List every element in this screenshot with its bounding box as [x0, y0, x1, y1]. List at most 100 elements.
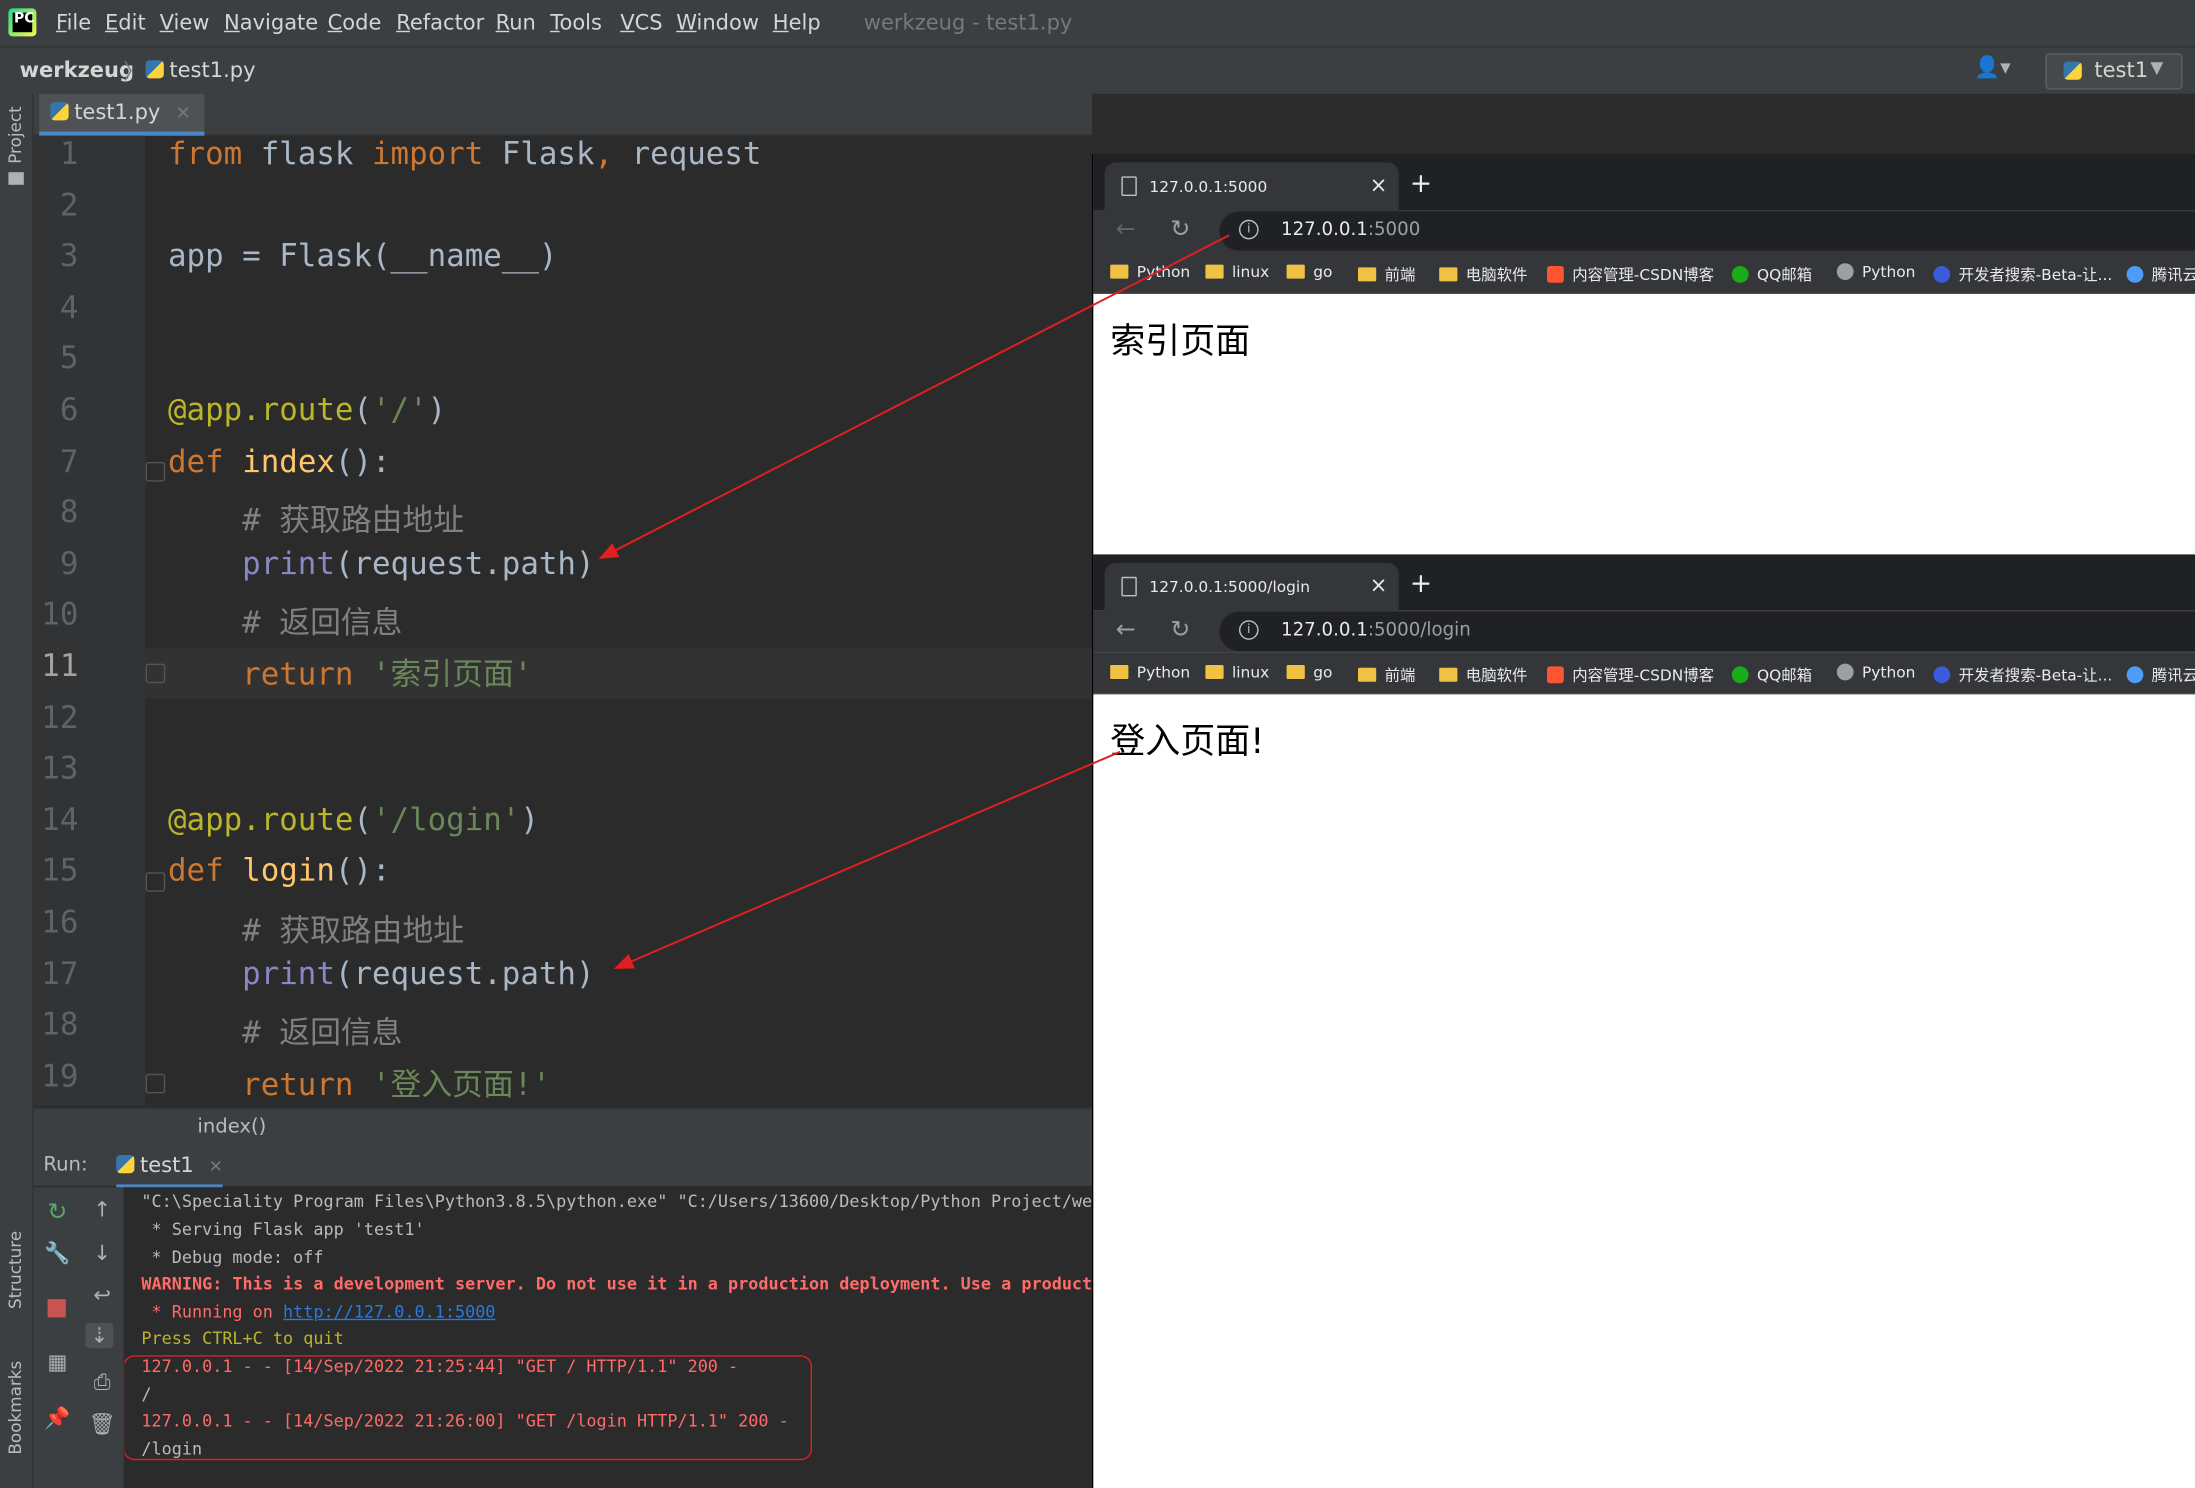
browser-tab[interactable]: 127.0.0.1:5000 × [1104, 162, 1399, 210]
bookmark-item[interactable]: go [1286, 263, 1332, 281]
fold-marker-icon[interactable] [145, 462, 166, 482]
close-tab-icon[interactable]: × [1370, 172, 1388, 197]
wrench-icon[interactable]: 🔧 [43, 1240, 71, 1265]
bookmarks-bar: Python linux go 前端 电脑软件 内容管理-CSDN博客 QQ邮箱 Python… [1093, 252, 2195, 294]
run-console[interactable]: "C:\Speciality Program Files\Python3.8.5… [124, 1187, 1093, 1488]
menu-window[interactable]: Window [676, 10, 759, 35]
menu-tools[interactable]: Tools [550, 10, 602, 35]
bookmark-item[interactable]: Python [1110, 664, 1190, 682]
folder-icon [1286, 264, 1305, 279]
new-tab-icon[interactable]: + [1410, 168, 1432, 199]
back-icon[interactable]: ← [1116, 216, 1136, 244]
chevron-down-icon: ▼ [2150, 57, 2164, 77]
fold-marker-icon[interactable] [145, 1073, 166, 1094]
menu-file[interactable]: File [56, 10, 91, 35]
bookmark-item[interactable]: 前端 [1358, 263, 1415, 285]
stop-icon[interactable] [47, 1299, 66, 1318]
back-icon[interactable]: ← [1116, 616, 1136, 644]
project-tool-button[interactable]: Project [6, 106, 26, 163]
run-tab-test1[interactable]: test1 ✕ [116, 1152, 223, 1189]
bookmark-item[interactable]: 内容管理-CSDN博客 [1547, 664, 1714, 686]
bookmark-item[interactable]: 开发者搜索-Beta-让... [1933, 263, 2112, 285]
line-number: 3 [59, 239, 79, 275]
code-line: def login(): [168, 854, 391, 890]
structure-tool-button[interactable]: Structure [6, 1231, 26, 1309]
left-tool-stripe: Project Structure Bookmarks [0, 93, 34, 1488]
bookmark-item[interactable]: Python [1836, 663, 1915, 682]
info-icon[interactable]: i [1239, 620, 1259, 640]
soft-wrap-icon[interactable]: ↩ [88, 1282, 116, 1307]
line-number: 10 [41, 598, 79, 634]
bookmark-item[interactable]: Python [1836, 263, 1915, 281]
menu-view[interactable]: View [160, 10, 210, 35]
close-tab-icon[interactable]: ✕ [209, 1156, 223, 1176]
code-line: def index(): [168, 444, 391, 480]
new-tab-icon[interactable]: + [1410, 568, 1432, 599]
bookmark-item[interactable]: 前端 [1358, 664, 1415, 686]
print-icon[interactable]: ⎙ [88, 1369, 116, 1394]
trash-icon[interactable]: 🗑 [88, 1411, 116, 1436]
bookmark-item[interactable]: 电脑软件 [1439, 263, 1527, 285]
bookmark-item[interactable]: linux [1205, 263, 1269, 281]
line-number: 4 [59, 290, 79, 326]
arrow-up-icon[interactable]: ↑ [88, 1197, 116, 1222]
code-line: # 获取路由地址 [242, 504, 465, 540]
breadcrumb-file[interactable]: test1.py [145, 57, 256, 83]
breadcrumb-separator-icon: 〉 [123, 58, 145, 84]
bookmark-item[interactable]: 腾讯云 [2126, 263, 2195, 285]
close-tab-icon[interactable]: ✕ [175, 104, 190, 125]
menu-refactor[interactable]: Refactor [396, 10, 484, 35]
run-label: Run: [43, 1153, 88, 1176]
bookmark-item[interactable]: QQ邮箱 [1731, 664, 1812, 686]
fold-marker-icon[interactable] [145, 872, 166, 892]
menu-code[interactable]: Code [328, 10, 382, 35]
page-content: 索引页面 [1093, 294, 2195, 558]
line-number: 2 [59, 188, 79, 224]
page-heading: 登入页面! [1110, 721, 1265, 762]
folder-icon [1110, 264, 1129, 279]
layout-icon[interactable]: ▦ [43, 1350, 71, 1375]
line-number: 17 [41, 957, 79, 993]
address-bar[interactable]: i 127.0.0.1:5000 [1219, 211, 2195, 251]
menu-run[interactable]: Run [496, 10, 536, 35]
menu-vcs[interactable]: VCS [620, 10, 662, 35]
bookmarks-tool-button[interactable]: Bookmarks [6, 1361, 26, 1455]
scroll-to-end-icon[interactable]: ⇣ [85, 1323, 114, 1349]
running-url-link[interactable]: http://127.0.0.1:5000 [283, 1302, 495, 1322]
bookmark-item[interactable]: QQ邮箱 [1731, 263, 1812, 285]
line-number: 6 [59, 393, 79, 429]
close-tab-icon[interactable]: × [1370, 573, 1388, 598]
bookmark-item[interactable]: go [1286, 664, 1332, 682]
arrow-down-icon[interactable]: ↓ [88, 1240, 116, 1265]
user-account-icon[interactable]: 👤▾ [1974, 55, 2011, 80]
bookmark-item[interactable]: Python [1110, 263, 1190, 281]
browser-tab[interactable]: 127.0.0.1:5000/login × [1104, 562, 1399, 611]
address-bar[interactable]: i 127.0.0.1:5000/login [1219, 611, 2195, 651]
bookmark-item[interactable]: 内容管理-CSDN博客 [1547, 263, 1714, 285]
bookmark-item[interactable]: linux [1205, 664, 1269, 682]
info-icon[interactable]: i [1239, 219, 1259, 240]
menu-navigate[interactable]: Navigate [224, 10, 318, 35]
line-number: 15 [41, 854, 79, 890]
rerun-icon[interactable]: ↻ [43, 1198, 71, 1226]
bookmark-item[interactable]: 电脑软件 [1439, 664, 1527, 686]
menu-edit[interactable]: Edit [105, 10, 146, 35]
window-title: werkzeug - test1.py [863, 9, 1073, 36]
reload-icon[interactable]: ↻ [1170, 216, 1190, 244]
line-number: 16 [41, 905, 79, 941]
reload-icon[interactable]: ↻ [1170, 616, 1190, 644]
breadcrumb-project[interactable]: werkzeug [20, 57, 134, 82]
bookmark-item[interactable]: 开发者搜索-Beta-让... [1933, 664, 2112, 686]
breadcrumb-function[interactable]: index() [197, 1116, 266, 1138]
fold-marker-icon[interactable] [145, 663, 166, 684]
console-line: * Debug mode: off [141, 1247, 324, 1267]
run-configuration-dropdown[interactable]: test1 ▼ [2045, 53, 2183, 90]
line-number: 8 [59, 495, 79, 531]
menu-help[interactable]: Help [773, 10, 821, 35]
page-icon [1121, 576, 1137, 597]
code-editor[interactable]: 1 2 3 4 5 6 7 8 9 10 11 12 13 14 15 16 17 18 19 from flask… [33, 135, 1093, 1107]
editor-tab-test1[interactable]: test1.py ✕ [39, 93, 205, 136]
bookmark-item[interactable]: 腾讯云 [2126, 664, 2195, 686]
code-line: return '索引页面' [242, 658, 533, 693]
pin-icon[interactable]: 📌 [43, 1406, 71, 1431]
